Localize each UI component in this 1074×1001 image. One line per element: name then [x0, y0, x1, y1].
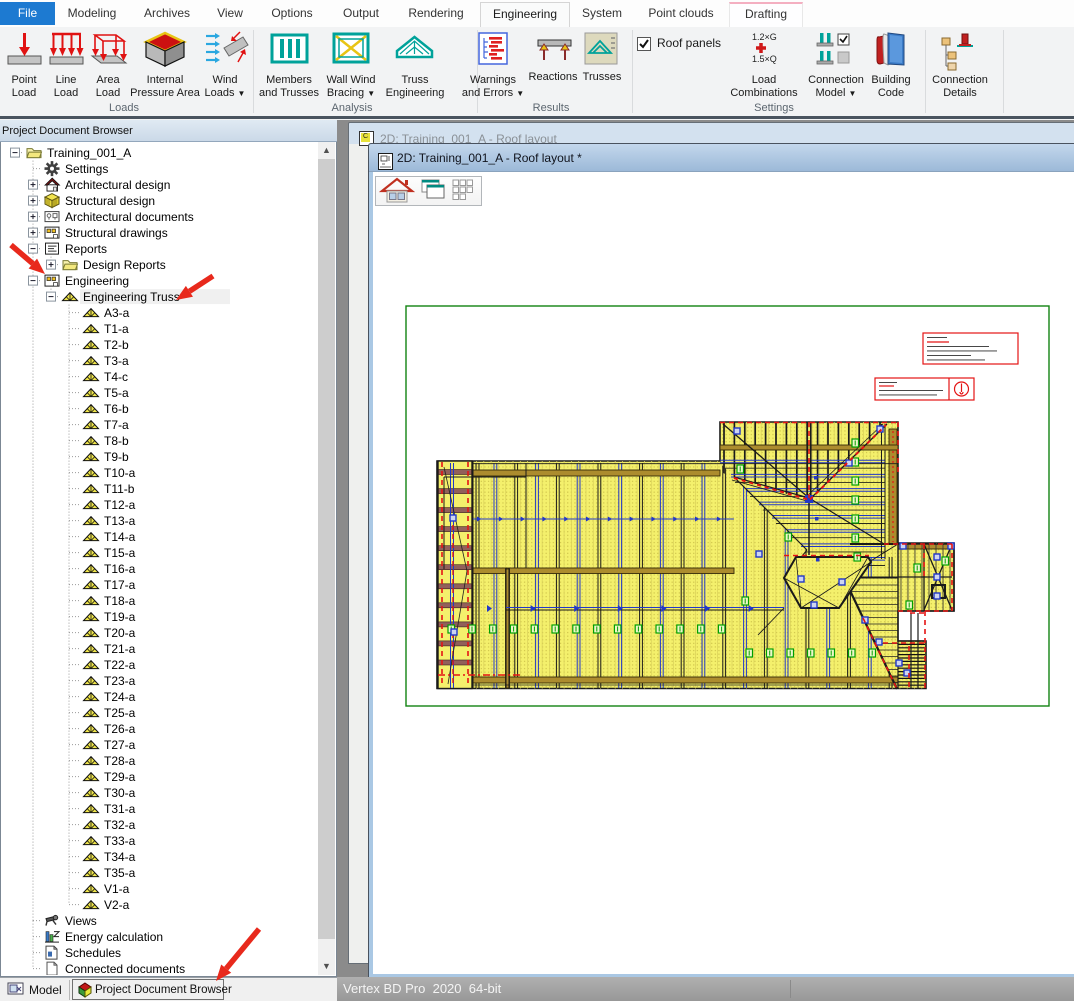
svg-text:Engineering: Engineering: [65, 274, 129, 288]
svg-text:T29-a: T29-a: [104, 770, 136, 784]
svg-text:Architectural design: Architectural design: [65, 178, 170, 192]
svg-text:T6-b: T6-b: [104, 402, 129, 416]
svg-text:Energy calculation: Energy calculation: [65, 930, 163, 944]
svg-text:T18-a: T18-a: [104, 594, 136, 608]
svg-text:Connected documents: Connected documents: [65, 962, 185, 975]
svg-text:T19-a: T19-a: [104, 610, 136, 624]
svg-text:T30-a: T30-a: [104, 786, 136, 800]
svg-text:A3-a: A3-a: [104, 306, 130, 320]
svg-text:T14-a: T14-a: [104, 530, 136, 544]
svg-text:T21-a: T21-a: [104, 642, 136, 656]
svg-text:T13-a: T13-a: [104, 514, 136, 528]
svg-text:V2-a: V2-a: [104, 898, 130, 912]
svg-text:T22-a: T22-a: [104, 658, 136, 672]
svg-text:1.5×Q: 1.5×Q: [752, 54, 777, 64]
svg-text:Structural design: Structural design: [65, 194, 155, 208]
svg-text:Reports: Reports: [65, 242, 107, 256]
svg-text:T35-a: T35-a: [104, 866, 136, 880]
svg-text:T26-a: T26-a: [104, 722, 136, 736]
svg-text:T34-a: T34-a: [104, 850, 136, 864]
svg-text:Architectural documents: Architectural documents: [65, 210, 194, 224]
svg-text:T8-b: T8-b: [104, 434, 129, 448]
svg-text:Training_001_A: Training_001_A: [47, 146, 131, 160]
svg-text:T1-a: T1-a: [104, 322, 129, 336]
svg-text:T31-a: T31-a: [104, 802, 136, 816]
svg-text:T11-b: T11-b: [104, 482, 135, 496]
svg-text:T7-a: T7-a: [104, 418, 129, 432]
svg-text:T32-a: T32-a: [104, 818, 136, 832]
svg-text:T3-a: T3-a: [104, 354, 129, 368]
svg-text:T24-a: T24-a: [104, 690, 136, 704]
svg-text:T15-a: T15-a: [104, 546, 136, 560]
svg-text:T16-a: T16-a: [104, 562, 136, 576]
svg-text:Schedules: Schedules: [65, 946, 121, 960]
svg-text:T17-a: T17-a: [104, 578, 136, 592]
svg-text:T5-a: T5-a: [104, 386, 129, 400]
svg-text:V1-a: V1-a: [104, 882, 130, 896]
svg-text:T33-a: T33-a: [104, 834, 136, 848]
svg-text:T25-a: T25-a: [104, 706, 136, 720]
svg-text:T9-b: T9-b: [104, 450, 129, 464]
svg-text:T2-b: T2-b: [104, 338, 129, 352]
svg-text:T27-a: T27-a: [104, 738, 136, 752]
svg-text:T10-a: T10-a: [104, 466, 136, 480]
svg-text:T23-a: T23-a: [104, 674, 136, 688]
svg-text:Engineering Truss: Engineering Truss: [83, 290, 180, 304]
svg-text:1.2×G: 1.2×G: [752, 32, 777, 42]
svg-text:Structural drawings: Structural drawings: [65, 226, 168, 240]
svg-text:T20-a: T20-a: [104, 626, 136, 640]
svg-text:T4-c: T4-c: [104, 370, 128, 384]
svg-text:T28-a: T28-a: [104, 754, 136, 768]
svg-text:Design Reports: Design Reports: [83, 258, 166, 272]
svg-text:Views: Views: [65, 914, 97, 928]
svg-text:Settings: Settings: [65, 162, 108, 176]
svg-text:T12-a: T12-a: [104, 498, 136, 512]
